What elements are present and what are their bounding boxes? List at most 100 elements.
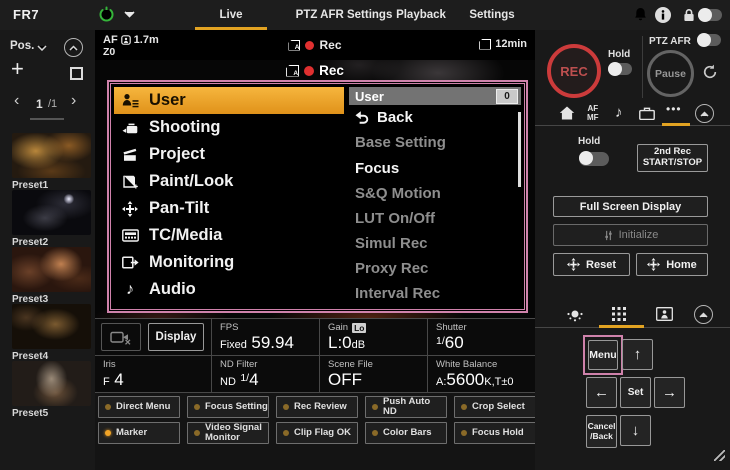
pan-tilt-reset-button[interactable]: Reset: [553, 253, 630, 276]
preset-thumbnail-5[interactable]: [12, 361, 91, 406]
tab-joystick-control[interactable]: [566, 307, 584, 322]
notifications-button[interactable]: [633, 7, 648, 22]
assign-button-focus-hold[interactable]: Focus Hold: [454, 422, 536, 444]
tab-live[interactable]: Live: [195, 0, 267, 30]
assign-button-crop-select[interactable]: Crop Select: [454, 396, 536, 418]
keypad-cancel-back-button[interactable]: Cancel /Back: [586, 415, 617, 448]
menu-item-pan-tilt[interactable]: Pan-Tilt: [114, 195, 344, 222]
video-feed[interactable]: A Rec User: [95, 60, 535, 318]
pan-tilt-home-button[interactable]: Home: [636, 253, 708, 276]
submenu-scrollbar[interactable]: [518, 112, 521, 187]
media-remaining: 12min: [479, 38, 527, 50]
menu-item-paint-look[interactable]: Paint/Look: [114, 168, 344, 195]
tab-playback[interactable]: Playback: [390, 0, 452, 30]
fps-cell[interactable]: FPS Fixed 59.94: [212, 319, 320, 356]
chevron-up-icon: [700, 111, 709, 117]
assign-led: [283, 430, 289, 436]
preset-thumbnail-2[interactable]: [12, 190, 91, 235]
assign-button-rec-review[interactable]: Rec Review: [276, 396, 358, 418]
page-next-button[interactable]: ›: [71, 92, 76, 110]
camera-disabled-button[interactable]: [101, 323, 141, 351]
home-label: Home: [666, 259, 697, 271]
keypad-down-button[interactable]: ↓: [620, 415, 651, 446]
tab-settings[interactable]: Settings: [463, 0, 521, 30]
stop-button[interactable]: [70, 67, 83, 80]
white-balance-cell[interactable]: White Balance A:5600K,T±0: [428, 356, 535, 393]
device-menu-chevron[interactable]: [124, 11, 135, 18]
preset-mode-dropdown[interactable]: [37, 45, 47, 51]
submenu-item-lut-on-off[interactable]: LUT On/Off: [349, 206, 521, 231]
submenu-item-interval-rec[interactable]: Interval Rec: [349, 281, 521, 306]
gain-lo-badge: Lo: [352, 323, 366, 333]
menu-item-audio[interactable]: ♪Audio: [114, 276, 344, 303]
collapse-preset-panel-button[interactable]: [64, 38, 83, 57]
display-button[interactable]: Display: [148, 323, 204, 351]
preset-thumbnail-3[interactable]: [12, 247, 91, 292]
submenu-item-back[interactable]: Back: [349, 105, 521, 130]
menu-item-monitoring[interactable]: Monitoring: [114, 249, 344, 276]
preset-thumbnail-1[interactable]: [12, 133, 91, 178]
resize-handle[interactable]: [714, 450, 725, 461]
scene-file-cell[interactable]: Scene File OFF: [320, 356, 428, 393]
control-panel: REC Hold PTZ AFR Pause AF MF ♪ •••: [535, 30, 730, 470]
submenu-item-proxy-rec[interactable]: Proxy Rec: [349, 256, 521, 281]
tab-underline: [535, 125, 730, 126]
second-rec-hold-toggle[interactable]: [579, 152, 609, 166]
tab-framing[interactable]: [656, 307, 673, 321]
add-preset-button[interactable]: +: [11, 56, 24, 82]
tab-ptz-afr-settings[interactable]: PTZ AFR Settings: [288, 0, 400, 30]
ptz-afr-toggle[interactable]: [697, 34, 721, 46]
keypad-right-button[interactable]: →: [654, 377, 685, 408]
ptz-afr-restart-button[interactable]: [702, 64, 718, 80]
assign-led: [372, 404, 378, 410]
tab-media[interactable]: [639, 107, 655, 120]
info-button[interactable]: [655, 7, 671, 23]
menu-item-shooting[interactable]: Shooting: [114, 114, 344, 141]
rec-hold-label: Hold: [608, 49, 630, 60]
preset-mode-label: Pos.: [10, 40, 34, 52]
tab-af-mf[interactable]: AF MF: [587, 105, 599, 123]
menu-item-tc-media[interactable]: TC/Media: [114, 222, 344, 249]
page-prev-button[interactable]: ‹: [14, 92, 19, 110]
assign-button-video-signal-monitor[interactable]: Video Signal Monitor: [187, 422, 269, 444]
keypad-set-button[interactable]: Set: [620, 377, 651, 408]
menu-button[interactable]: Menu: [588, 340, 618, 370]
lock-toggle[interactable]: [698, 9, 722, 21]
collapse-control-section-button[interactable]: [695, 104, 714, 123]
gain-cell[interactable]: GainLo L:0dB: [320, 319, 428, 356]
tab-others[interactable]: •••: [666, 102, 682, 116]
menu-item-user[interactable]: User: [114, 87, 344, 114]
preset-thumbnail-4[interactable]: [12, 304, 91, 349]
tab-home[interactable]: [559, 106, 575, 120]
white-balance-label: White Balance: [436, 359, 497, 370]
assign-label: Video Signal Monitor: [205, 423, 265, 443]
keypad-left-button[interactable]: ←: [586, 377, 617, 408]
second-rec-button[interactable]: 2nd Rec START/STOP: [637, 144, 708, 172]
power-button[interactable]: [98, 6, 115, 23]
collapse-keypad-section-button[interactable]: [694, 305, 713, 324]
rec-button[interactable]: REC: [547, 44, 601, 98]
shutter-cell[interactable]: Shutter 1/60: [428, 319, 535, 356]
ptz-afr-pause-button[interactable]: Pause: [647, 50, 694, 97]
submenu-item-base-setting[interactable]: Base Setting: [349, 130, 521, 155]
assign-button-color-bars[interactable]: Color Bars: [365, 422, 447, 444]
nd-filter-cell[interactable]: ND Filter ND 1/4: [212, 356, 320, 393]
iris-cell[interactable]: Iris F 4: [95, 356, 212, 393]
assign-button-push-auto-nd[interactable]: Push Auto ND: [365, 396, 447, 418]
submenu-item-simul-rec[interactable]: Simul Rec: [349, 231, 521, 256]
initialize-button[interactable]: Initialize: [553, 224, 708, 246]
menu-item-project[interactable]: Project: [114, 141, 344, 168]
music-note-icon: ♪: [120, 281, 140, 299]
full-screen-display-button[interactable]: Full Screen Display: [553, 196, 708, 217]
rec-hold-toggle[interactable]: [608, 63, 632, 75]
tab-button-pad[interactable]: [612, 307, 626, 321]
submenu-item-sq-motion[interactable]: S&Q Motion: [349, 181, 521, 206]
assign-button-marker[interactable]: Marker: [98, 422, 180, 444]
keypad-up-button[interactable]: ↑: [622, 339, 653, 370]
camera-icon: [120, 121, 140, 135]
assign-button-direct-menu[interactable]: Direct Menu: [98, 396, 180, 418]
submenu-item-focus[interactable]: Focus: [349, 155, 521, 180]
assign-button-focus-setting[interactable]: Focus Setting: [187, 396, 269, 418]
assign-button-clip-flag-ok[interactable]: Clip Flag OK: [276, 422, 358, 444]
tab-audio[interactable]: ♪: [615, 104, 623, 121]
